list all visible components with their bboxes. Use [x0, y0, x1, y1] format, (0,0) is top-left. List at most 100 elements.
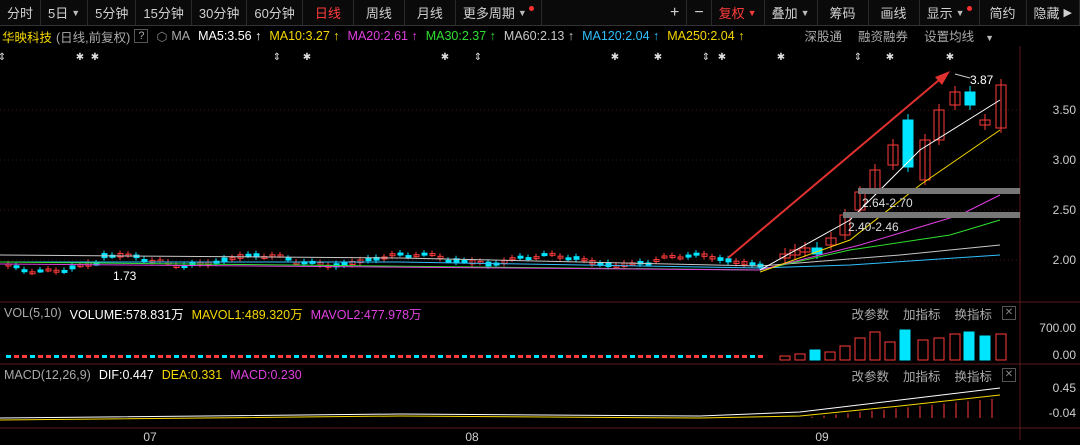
volume-bar [302, 355, 307, 358]
candle-body [709, 256, 716, 260]
volume-bar [462, 355, 467, 358]
candle-body [949, 91, 961, 106]
dea-value: DEA:0.331 [161, 368, 223, 382]
candle-body [277, 254, 284, 258]
volume-bar [779, 355, 791, 361]
volume-bar [190, 355, 195, 358]
edit-params-button[interactable]: 改参数 [851, 304, 889, 323]
more-periods-dropdown[interactable]: 更多周期 ▼ [456, 0, 542, 25]
volume-bar [6, 355, 11, 358]
candle-body [637, 261, 644, 265]
price-axis-label: 2.00 [1053, 253, 1077, 267]
volume-bar [78, 355, 83, 358]
candle-body [517, 255, 524, 259]
volume-bar [206, 355, 211, 358]
volume-bar [794, 353, 806, 361]
volume-bar [686, 355, 691, 358]
add-indicator-button[interactable]: 加指标 [903, 366, 941, 385]
hk-connect-link[interactable]: 深股通 [805, 26, 843, 45]
volume-bar [342, 355, 347, 358]
candle-body [357, 259, 364, 264]
volume-bar [254, 355, 259, 358]
candle-body [869, 169, 881, 191]
close-icon[interactable]: ✕ [1002, 368, 1016, 382]
candle-body [854, 191, 866, 211]
zoom-out-button[interactable]: − [687, 0, 712, 25]
volume-bar [824, 351, 836, 361]
switch-indicator-button[interactable]: 换指标 [954, 366, 992, 385]
set-ma-link[interactable]: 设置均线 ▼ [924, 26, 1002, 45]
volume-bar [14, 355, 19, 358]
switch-indicator-button[interactable]: 换指标 [954, 304, 992, 323]
macd-legend: MACD(12,26,9) DIF:0.447 DEA:0.331 MACD:0… [0, 366, 1080, 384]
edit-params-button[interactable]: 改参数 [851, 366, 889, 385]
candle-body [789, 249, 801, 256]
display-dropdown[interactable]: 显示 ▼ [920, 0, 980, 25]
candle-body [501, 259, 508, 264]
close-icon[interactable]: ✕ [1002, 306, 1016, 320]
event-marker-icon: ✱ [91, 52, 99, 63]
candle-body [197, 261, 204, 265]
volume-bar [446, 355, 451, 358]
chips-button[interactable]: 筹码 [818, 0, 869, 25]
macd-title: MACD(12,26,9) [4, 368, 91, 382]
ma-label: MA [171, 29, 191, 43]
ma-legend: 华映科技 (日线,前复权) ? ⬡ MA MA5:3.56 ↑ MA10:3.27… [0, 26, 1080, 46]
overlay-dropdown[interactable]: 叠加 ▼ [765, 0, 818, 25]
candle-body [421, 252, 428, 256]
period-tab-daily[interactable]: 日线 [303, 0, 354, 25]
volume-bar [278, 355, 283, 358]
period-tab-15min[interactable]: 15分钟 [136, 0, 192, 25]
volume-bar [382, 355, 387, 358]
period-tab-5min[interactable]: 5分钟 [88, 0, 137, 25]
period-tab-60min[interactable]: 60分钟 [247, 0, 303, 25]
candle-body [685, 254, 692, 258]
ma-value-item: MA30:2.37 ↑ [425, 29, 496, 43]
period-tab-monthly[interactable]: 月线 [405, 0, 456, 25]
volume-bar [366, 355, 371, 358]
high-leader-line [954, 73, 971, 79]
event-marker-icon: ⇕ [702, 52, 710, 63]
candle-body [293, 261, 300, 265]
volume-bar [270, 355, 275, 358]
month-label: 08 [465, 430, 479, 444]
settings-icon[interactable]: ⬡ [156, 29, 167, 44]
trend-arrow-line [727, 74, 946, 259]
hide-button[interactable]: 隐藏 ▶ [1027, 0, 1080, 25]
volume-bar [374, 355, 379, 358]
volume-bar [654, 355, 659, 358]
adjust-dropdown[interactable]: 复权 ▼ [712, 0, 765, 25]
simple-mode-button[interactable]: 简约 [980, 0, 1027, 25]
volume-bar [510, 355, 515, 358]
period-tab-minute[interactable]: 分时 [0, 0, 42, 25]
candle-body [253, 253, 260, 258]
draw-line-button[interactable]: 画线 [869, 0, 920, 25]
ma-value-item: MA250:2.04 ↑ [667, 29, 745, 43]
zoom-in-button[interactable]: + [663, 0, 688, 25]
candle-body [825, 237, 837, 246]
volume-bar [38, 355, 43, 358]
volume-bar [917, 339, 929, 361]
help-icon[interactable]: ? [134, 29, 149, 43]
volume-bar [350, 355, 355, 358]
volume-bar [542, 355, 547, 358]
add-indicator-button[interactable]: 加指标 [903, 304, 941, 323]
notification-dot [528, 6, 534, 11]
volume-bar [46, 355, 51, 358]
volume-bar [758, 355, 763, 358]
candle-body [245, 253, 252, 257]
candle-body [341, 262, 348, 266]
period-tab-weekly[interactable]: 周线 [354, 0, 405, 25]
period-tab-5day[interactable]: 5日 ▼ [41, 0, 89, 25]
mavol1-value: MAVOL1:489.320万 [191, 307, 303, 322]
event-marker-icon: ⇕ [273, 52, 281, 63]
candle-body [397, 252, 404, 256]
volume-legend: VOL(5,10) VOLUME:578.831万 MAVOL1:489.320… [0, 304, 1080, 322]
volume-bar [318, 355, 323, 358]
event-marker-icon: ✱ [611, 52, 619, 63]
period-tab-30min[interactable]: 30分钟 [192, 0, 248, 25]
volume-bar [566, 355, 571, 358]
margin-trading-link[interactable]: 融资融券 [858, 26, 908, 45]
event-marker-icon: ⇕ [474, 52, 482, 63]
candle-body [181, 265, 188, 269]
